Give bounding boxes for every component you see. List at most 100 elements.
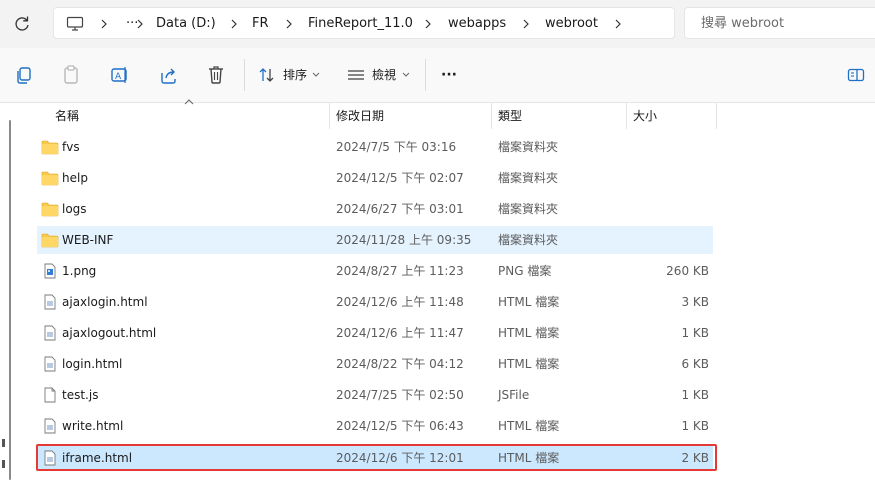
details-pane-icon bbox=[847, 68, 865, 82]
file-name: ajaxlogout.html bbox=[62, 326, 157, 340]
see-more-button[interactable]: ··· bbox=[440, 62, 462, 88]
view-button[interactable]: 檢視 bbox=[347, 62, 411, 88]
chevron-right-icon[interactable] bbox=[612, 17, 624, 31]
column-header-type[interactable]: 類型 bbox=[498, 103, 522, 129]
file-row[interactable]: write.html 2024/12/5 下午 06:43 HTML 檔案 1 … bbox=[37, 412, 713, 440]
breadcrumb-fr[interactable]: FR bbox=[252, 8, 269, 40]
navigation-pane[interactable] bbox=[0, 103, 20, 487]
column-divider[interactable] bbox=[329, 103, 330, 129]
share-icon bbox=[161, 68, 176, 84]
paste-button[interactable] bbox=[62, 62, 80, 88]
html-file-icon bbox=[44, 356, 56, 372]
address-bar-area: ··· Data (D:) FR FineReport_11.0 webapps… bbox=[0, 0, 875, 48]
paste-icon bbox=[64, 65, 78, 84]
chevron-right-icon[interactable] bbox=[520, 17, 532, 31]
column-divider[interactable] bbox=[491, 103, 492, 129]
file-date: 2024/8/22 下午 04:12 bbox=[336, 357, 464, 371]
copy-icon bbox=[17, 67, 31, 84]
nav-item-fragment[interactable] bbox=[2, 439, 5, 447]
nav-scrollbar[interactable] bbox=[9, 120, 11, 480]
toolbar-divider bbox=[425, 59, 426, 91]
chevron-right-icon[interactable] bbox=[134, 17, 146, 31]
file-name: help bbox=[62, 171, 88, 185]
chevron-down-icon bbox=[402, 72, 410, 77]
file-name: test.js bbox=[62, 388, 99, 402]
search-box[interactable] bbox=[684, 7, 875, 39]
chevron-right-icon[interactable] bbox=[228, 17, 240, 31]
column-divider[interactable] bbox=[716, 103, 717, 129]
folder-icon bbox=[41, 171, 59, 186]
file-date: 2024/12/6 上午 11:48 bbox=[336, 295, 464, 309]
breadcrumb-drive[interactable]: Data (D:) bbox=[156, 8, 216, 40]
file-type: 檔案資料夾 bbox=[498, 202, 559, 216]
this-pc-icon[interactable] bbox=[66, 16, 84, 32]
file-size: 3 KB bbox=[681, 295, 709, 309]
breadcrumb-webapps[interactable]: webapps bbox=[448, 8, 506, 40]
folder-icon bbox=[41, 202, 59, 217]
delete-button[interactable] bbox=[207, 62, 225, 88]
column-headers: 名稱 修改日期 類型 大小 bbox=[36, 103, 717, 129]
file-name: login.html bbox=[62, 357, 123, 371]
file-type: JSFile bbox=[498, 388, 530, 402]
file-type: HTML 檔案 bbox=[498, 295, 560, 309]
file-date: 2024/8/27 上午 11:23 bbox=[336, 264, 464, 278]
file-row[interactable]: test.js 2024/7/25 下午 02:50 JSFile 1 KB bbox=[37, 381, 713, 409]
file-type: HTML 檔案 bbox=[498, 419, 560, 433]
rename-icon: A bbox=[111, 67, 127, 83]
file-row[interactable]: help 2024/12/5 下午 02:07 檔案資料夾 bbox=[37, 164, 713, 192]
refresh-icon[interactable] bbox=[12, 14, 32, 34]
details-pane-button[interactable] bbox=[847, 62, 865, 88]
chevron-right-icon[interactable] bbox=[283, 17, 295, 31]
js-file-icon bbox=[44, 387, 56, 403]
nav-item-fragment[interactable] bbox=[2, 460, 5, 468]
copy-button[interactable] bbox=[15, 62, 33, 88]
file-date: 2024/12/5 下午 06:43 bbox=[336, 419, 464, 433]
file-row[interactable]: logs 2024/6/27 下午 03:01 檔案資料夾 bbox=[37, 195, 713, 223]
file-name: fvs bbox=[62, 140, 80, 154]
file-row[interactable]: login.html 2024/8/22 下午 04:12 HTML 檔案 6 … bbox=[37, 350, 713, 378]
sort-button[interactable]: 排序 bbox=[258, 62, 322, 88]
breadcrumb[interactable]: ··· Data (D:) FR FineReport_11.0 webapps… bbox=[53, 7, 675, 39]
view-label: 檢視 bbox=[372, 68, 397, 82]
file-row[interactable]: WEB-INF 2024/11/28 上午 09:35 檔案資料夾 bbox=[37, 226, 713, 254]
html-file-icon bbox=[44, 294, 56, 310]
file-date: 2024/7/25 下午 02:50 bbox=[336, 388, 464, 402]
column-header-date[interactable]: 修改日期 bbox=[336, 103, 384, 129]
file-date: 2024/12/5 下午 02:07 bbox=[336, 171, 464, 185]
highlight-box bbox=[36, 444, 717, 471]
chevron-right-icon[interactable] bbox=[422, 17, 434, 31]
more-icon: ··· bbox=[441, 67, 457, 83]
file-size: 1 KB bbox=[681, 419, 709, 433]
command-bar: A 排序 檢視 ··· bbox=[0, 48, 875, 103]
chevron-right-icon[interactable] bbox=[98, 17, 110, 31]
file-name: ajaxlogin.html bbox=[62, 295, 148, 309]
chevron-down-icon bbox=[312, 72, 320, 77]
file-type: HTML 檔案 bbox=[498, 326, 560, 340]
file-row[interactable]: fvs 2024/7/5 下午 03:16 檔案資料夾 bbox=[37, 133, 713, 161]
file-size: 1 KB bbox=[681, 326, 709, 340]
file-row[interactable]: 1.png 2024/8/27 上午 11:23 PNG 檔案 260 KB bbox=[37, 257, 713, 285]
svg-text:A: A bbox=[115, 72, 122, 82]
sort-label: 排序 bbox=[283, 68, 308, 82]
rename-button[interactable]: A bbox=[110, 62, 130, 88]
search-input[interactable] bbox=[699, 15, 873, 32]
column-header-size[interactable]: 大小 bbox=[633, 103, 657, 129]
file-type: PNG 檔案 bbox=[498, 264, 552, 278]
folder-icon bbox=[41, 140, 59, 155]
file-date: 2024/6/27 下午 03:01 bbox=[336, 202, 464, 216]
file-row[interactable]: ajaxlogin.html 2024/12/6 上午 11:48 HTML 檔… bbox=[37, 288, 713, 316]
file-type: 檔案資料夾 bbox=[498, 171, 559, 185]
file-name: write.html bbox=[62, 419, 124, 433]
view-list-icon bbox=[348, 70, 364, 80]
file-size: 260 KB bbox=[666, 264, 709, 278]
file-date: 2024/11/28 上午 09:35 bbox=[336, 233, 472, 247]
breadcrumb-finereport[interactable]: FineReport_11.0 bbox=[308, 8, 413, 40]
file-row[interactable]: ajaxlogout.html 2024/12/6 上午 11:47 HTML … bbox=[37, 319, 713, 347]
file-date: 2024/12/6 上午 11:47 bbox=[336, 326, 464, 340]
breadcrumb-webroot[interactable]: webroot bbox=[545, 8, 598, 40]
column-header-name[interactable]: 名稱 bbox=[55, 103, 79, 129]
column-divider[interactable] bbox=[626, 103, 627, 129]
html-file-icon bbox=[44, 325, 56, 341]
trash-icon bbox=[209, 66, 223, 84]
share-button[interactable] bbox=[159, 62, 179, 88]
